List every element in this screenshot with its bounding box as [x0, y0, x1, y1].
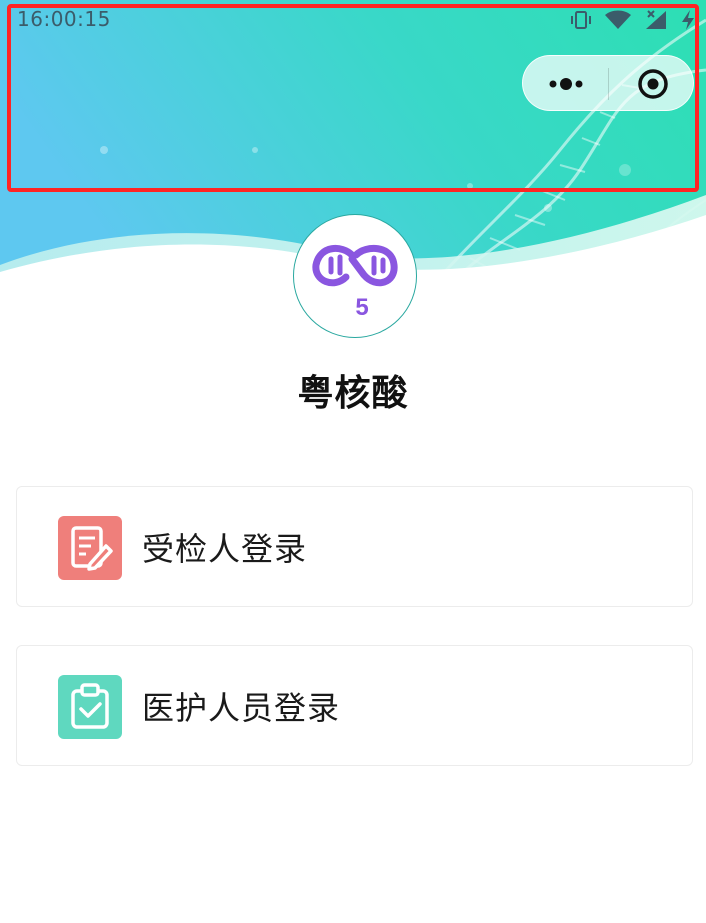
- vibrate-icon: [571, 11, 591, 29]
- patient-login-label: 受检人登录: [142, 530, 308, 568]
- more-button[interactable]: [523, 56, 608, 112]
- medical-staff-login-icon-tile: [58, 675, 122, 739]
- patient-login-button[interactable]: 受检人登录: [16, 486, 693, 607]
- clipboard-check-icon: [71, 683, 109, 729]
- app-logo: 5: [293, 214, 417, 338]
- dna-logo-icon: 5: [312, 244, 398, 321]
- close-button[interactable]: [609, 56, 695, 112]
- signal-icon: [646, 10, 666, 29]
- status-bar: 16:00:15: [0, 0, 706, 40]
- edit-document-icon: [71, 526, 113, 571]
- app-title: 粤核酸: [297, 373, 409, 414]
- wifi-icon: [605, 10, 631, 29]
- mini-program-capsule: [522, 55, 694, 111]
- patient-login-icon-tile: [58, 516, 122, 580]
- target-close-icon: [638, 69, 668, 99]
- logo-digit: 5: [355, 294, 368, 321]
- medical-staff-login-label: 医护人员登录: [142, 689, 341, 727]
- status-time: 16:00:15: [17, 7, 111, 31]
- charging-icon: [682, 10, 694, 30]
- more-dots-icon: [549, 78, 583, 90]
- login-page: 16:00:15 5 粤核酸 受检人登录 医护人员登录: [0, 0, 706, 923]
- medical-staff-login-button[interactable]: 医护人员登录: [16, 645, 693, 766]
- status-icons: [570, 6, 696, 34]
